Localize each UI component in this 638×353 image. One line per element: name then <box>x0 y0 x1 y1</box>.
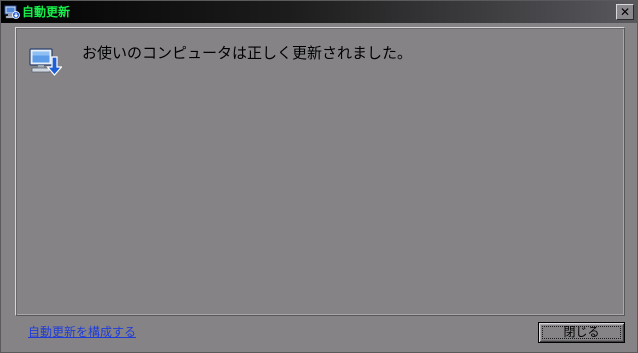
content-panel: お使いのコンピュータは正しく更新されました。 <box>15 27 625 316</box>
window-title: 自動更新 <box>22 5 71 19</box>
windows-update-icon <box>4 4 20 20</box>
configure-auto-update-link[interactable]: 自動更新を構成する <box>28 325 136 340</box>
status-message: お使いのコンピュータは正しく更新されました。 <box>82 44 413 62</box>
close-button[interactable]: 閉じる <box>538 322 625 343</box>
computer-update-download-icon <box>28 45 63 77</box>
title-bar[interactable]: 自動更新 ✕ <box>1 1 637 23</box>
auto-update-dialog: 自動更新 ✕ お使いのコンピュータは正しく更新されました。 自動更新を構成する … <box>0 0 638 353</box>
close-button-label: 閉じる <box>563 325 600 339</box>
close-icon[interactable]: ✕ <box>616 4 634 20</box>
